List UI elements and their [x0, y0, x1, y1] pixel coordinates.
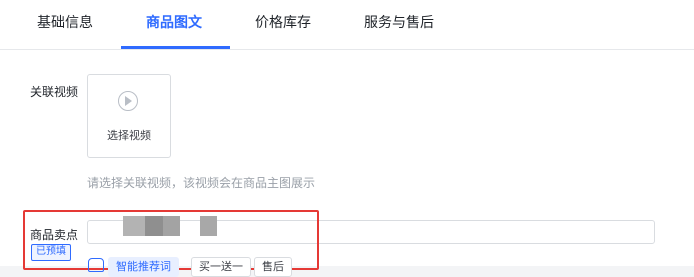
chip-aftersale[interactable]: 售后 — [254, 257, 292, 277]
active-tab-indicator — [121, 46, 230, 49]
select-video-text: 选择视频 — [107, 129, 151, 142]
play-icon — [118, 91, 138, 111]
video-label: 关联视频 — [30, 85, 79, 99]
video-hint: 请选择关联视频，该视频会在商品主图展示 — [87, 176, 316, 190]
tab-service-aftersale[interactable]: 服务与售后 — [364, 0, 434, 49]
tab-bar: 基础信息 商品图文 价格库存 服务与售后 — [0, 0, 694, 50]
form-content: 关联视频 选择视频 请选择关联视频，该视频会在商品主图展示 商品卖点 已预填 智… — [0, 50, 694, 277]
tab-product-media[interactable]: 商品图文 — [146, 0, 202, 49]
tab-price-stock[interactable]: 价格库存 — [255, 0, 311, 49]
select-video-button[interactable]: 选择视频 — [87, 74, 171, 158]
tab-basic-info[interactable]: 基础信息 — [37, 0, 93, 49]
chip-buy-one-get-one[interactable]: 买一送一 — [191, 257, 251, 277]
robot-icon — [88, 258, 104, 272]
ai-recommend-chip[interactable]: 智能推荐词 — [108, 257, 179, 277]
